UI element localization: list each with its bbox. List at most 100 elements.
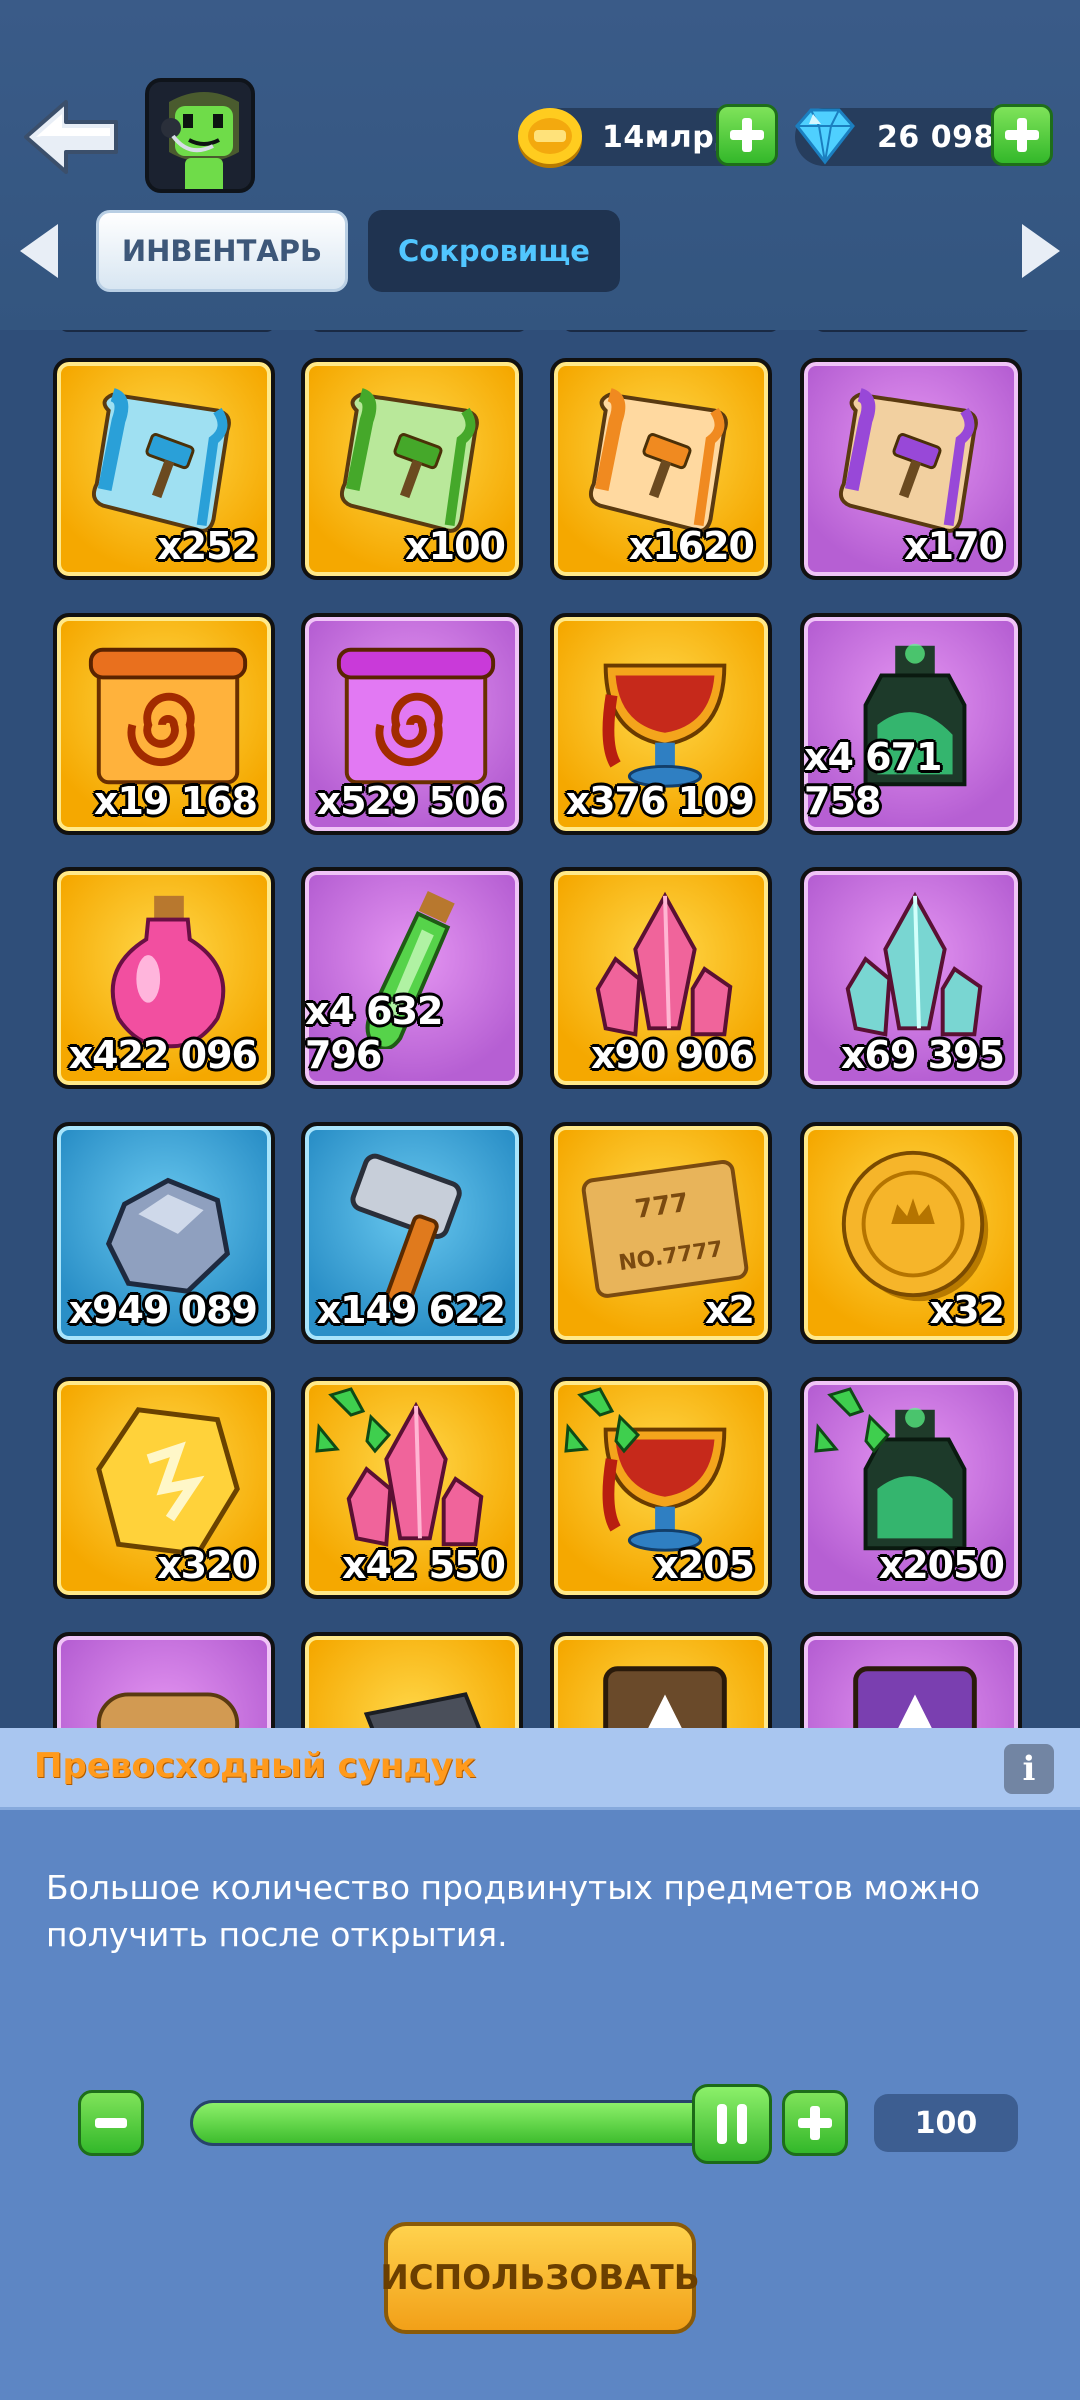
inventory-item[interactable]: x19 168 [53, 613, 275, 835]
increase-quantity-button[interactable] [782, 2090, 848, 2156]
item-count: x100 [405, 524, 506, 568]
cut-off-item [562, 330, 780, 332]
inventory-item[interactable]: x949 089 [53, 1122, 275, 1344]
item-count: x32 [929, 1288, 1005, 1332]
back-arrow-icon[interactable] [22, 96, 122, 178]
crown-coin-icon [841, 1150, 989, 1302]
purple-scroll-icon [838, 388, 978, 533]
item-count: x4 632 796 [305, 989, 444, 1077]
inventory-item[interactable]: x320 [53, 1377, 275, 1599]
orange-scroll-icon [588, 388, 728, 533]
recycle-icon [315, 1387, 392, 1454]
gold-coin-icon [518, 108, 582, 168]
tab-inventory[interactable]: ИНВЕНТАРЬ [96, 210, 348, 292]
item-description: Большое количество продвинутых предметов… [46, 1868, 981, 1954]
inventory-item[interactable] [550, 1632, 772, 1730]
slot-ticket-icon: 777 NO.7777 [581, 1160, 749, 1298]
item-count: x90 906 [591, 1033, 755, 1077]
item-count: x529 506 [316, 779, 506, 823]
robot-avatar-icon [149, 82, 251, 189]
wood-log-icon [96, 1692, 240, 1730]
inventory-item[interactable]: x170 [800, 358, 1022, 580]
gem-currency: 26 098 [795, 104, 1053, 166]
minus-icon [95, 2118, 127, 2128]
tab-next-arrow-icon[interactable] [1018, 220, 1064, 282]
item-count: x320 [157, 1543, 258, 1587]
inventory-item[interactable]: x42 550 [301, 1377, 523, 1599]
panel-header: Превосходный сундук i [0, 1728, 1080, 1810]
goblet-icon [602, 663, 727, 788]
inventory-item[interactable]: 777 NO.7777 x2 [550, 1122, 772, 1344]
item-count: x4 671 758 [804, 735, 943, 823]
orange-spiral-scroll-icon [88, 647, 248, 785]
info-button[interactable]: i [1004, 1744, 1054, 1794]
emblem-card-icon [853, 1666, 977, 1730]
item-count: x949 089 [68, 1288, 258, 1332]
inventory-item[interactable]: x4 632 796 [301, 867, 523, 1089]
item-count: x252 [157, 524, 258, 568]
inventory-item[interactable]: x252 [53, 358, 275, 580]
inventory-grid: x252 x100 x1620 x170 x19 168 x529 506 x3… [0, 330, 1080, 1730]
blue-scroll-icon [91, 388, 231, 533]
inventory-item[interactable] [800, 1632, 1022, 1730]
item-count: x170 [904, 524, 1005, 568]
cut-off-item [58, 330, 276, 332]
gold-currency: 14млрд [518, 104, 778, 168]
diamond-icon [795, 108, 855, 165]
inventory-item[interactable]: x376 109 [550, 613, 772, 835]
use-button[interactable]: ИСПОЛЬЗОВАТЬ [380, 2222, 700, 2334]
slider-fill [193, 2103, 727, 2143]
top-bar: 14млрд 26 098 ИНВЕНТАРЬ Сокровище [0, 0, 1080, 330]
tab-treasure[interactable]: Сокровище [368, 210, 620, 292]
inventory-item[interactable]: x4 671 758 [800, 613, 1022, 835]
item-count: x205 [654, 1543, 755, 1587]
recycle-icon [564, 1387, 641, 1454]
inventory-item[interactable]: x529 506 [301, 613, 523, 835]
inventory-item[interactable] [53, 1632, 275, 1730]
item-count: x422 096 [68, 1033, 258, 1077]
inventory-item[interactable]: x2050 [800, 1377, 1022, 1599]
item-count: x19 168 [94, 779, 258, 823]
inventory-item[interactable]: x90 906 [550, 867, 772, 1089]
cut-off-item [814, 330, 1032, 332]
inventory-item[interactable]: x422 096 [53, 867, 275, 1089]
item-count: x376 109 [565, 779, 755, 823]
hammer-icon [350, 1153, 462, 1304]
item-count: x149 622 [316, 1288, 506, 1332]
ore-stone-icon [105, 1177, 231, 1294]
inventory-item[interactable] [301, 1632, 523, 1730]
tab-prev-arrow-icon[interactable] [16, 220, 62, 282]
green-scroll-icon [339, 388, 479, 533]
emblem-card-icon [603, 1666, 727, 1730]
add-gems-button[interactable] [991, 104, 1053, 166]
item-count: x1620 [628, 524, 755, 568]
inventory-item[interactable]: x100 [301, 358, 523, 580]
iron-ingot-icon [363, 1692, 482, 1730]
pink-crystal-icon [595, 891, 733, 1037]
item-count: x2050 [878, 1543, 1005, 1587]
cyan-crystal-icon [845, 891, 983, 1037]
item-count: x2 [705, 1288, 755, 1332]
inventory-item[interactable]: x32 [800, 1122, 1022, 1344]
inventory-item[interactable]: x205 [550, 1377, 772, 1599]
item-count: x69 395 [841, 1033, 1005, 1077]
gem-amount: 26 098 [877, 120, 995, 155]
cut-off-item [310, 330, 528, 332]
inventory-item[interactable]: x1620 [550, 358, 772, 580]
recycle-icon [814, 1387, 891, 1454]
plus-icon [730, 118, 764, 152]
decrease-quantity-button[interactable] [78, 2090, 144, 2156]
pink-potion-icon [110, 895, 226, 1049]
item-count: x42 550 [342, 1543, 506, 1587]
quantity-field[interactable]: 100 [874, 2094, 1018, 2152]
purple-spiral-scroll-icon [336, 647, 496, 785]
inventory-item[interactable]: x149 622 [301, 1122, 523, 1344]
inventory-item[interactable]: x69 395 [800, 867, 1022, 1089]
player-avatar[interactable] [145, 78, 255, 193]
plus-icon [798, 2106, 832, 2140]
gold-rune-stone-icon [96, 1407, 240, 1557]
add-gold-button[interactable] [716, 104, 778, 166]
quantity-slider[interactable] [190, 2100, 770, 2146]
plus-icon [1005, 118, 1039, 152]
slider-handle[interactable] [692, 2084, 772, 2164]
